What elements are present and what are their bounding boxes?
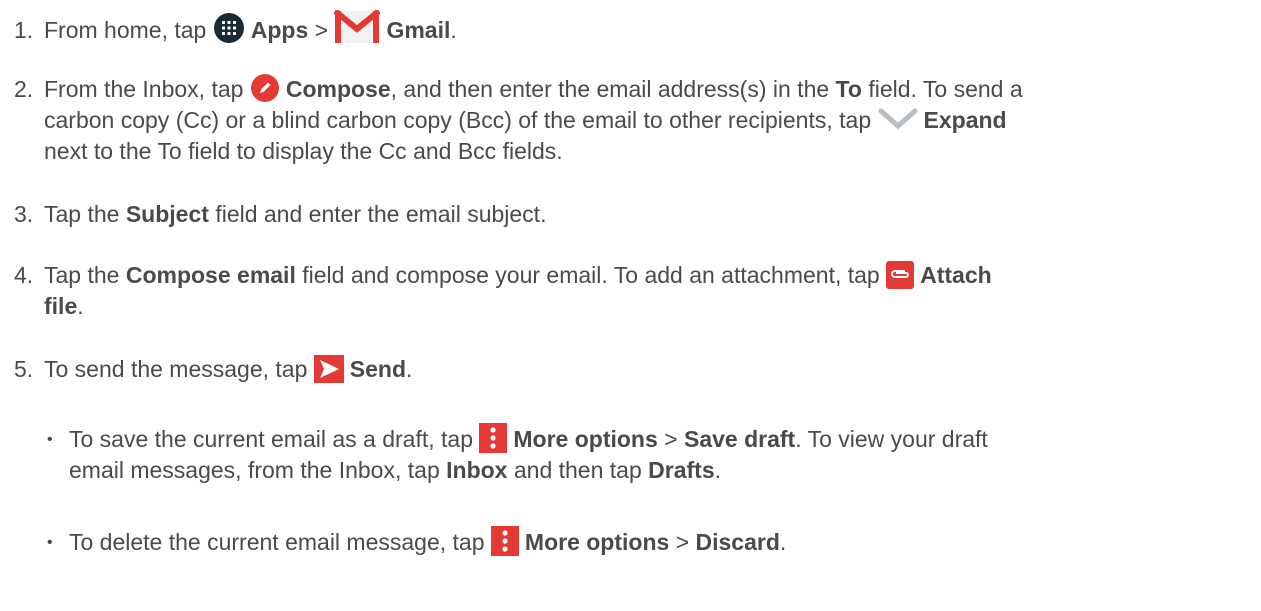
step-2-continuation: carbon copy (Cc) or a blind carbon copy … — [44, 107, 1007, 133]
step-4-continuation: file. — [44, 293, 84, 319]
apps-grid-icon — [213, 12, 245, 44]
more-options-label: More options — [513, 426, 658, 452]
step-number: 4. — [14, 262, 34, 288]
attach-label: Attach — [920, 262, 992, 288]
bullet-1-continuation: email messages, from the Inbox, tap Inbo… — [69, 457, 722, 483]
step-4: 4. Tap the Compose email field and compos… — [14, 260, 1243, 322]
inbox-label: Inbox — [446, 457, 508, 483]
file-label: file — [44, 293, 78, 319]
send-label: Send — [349, 356, 407, 382]
step-2-continuation-2: next to the To field to display the Cc a… — [44, 138, 563, 164]
expand-label: Expand — [923, 107, 1007, 133]
gmail-label: Gmail — [386, 17, 451, 43]
step-5: 5. To send the message, tap Send. — [14, 354, 1243, 385]
more-options-icon — [490, 526, 519, 556]
step-1: 1. From home, tap Apps > Gmail. — [14, 10, 1243, 46]
bullet-discard: • To delete the current email message, ta… — [47, 526, 1243, 558]
gmail-icon — [334, 10, 381, 44]
more-options-icon — [479, 423, 508, 453]
step-3: 3. Tap the Subject field and enter the em… — [14, 199, 1243, 230]
save-draft-label: Save draft — [683, 426, 796, 452]
instructions-document: 1. From home, tap Apps > Gmail. 2. From th — [0, 0, 1261, 611]
compose-pencil-icon — [250, 73, 280, 103]
paperclip-icon — [886, 261, 915, 289]
bullet-marker: • — [47, 431, 53, 448]
step-number: 3. — [14, 201, 34, 227]
chevron-down-icon — [878, 108, 918, 130]
step-number: 1. — [14, 17, 34, 43]
bullet-save-draft: • To save the current email as a draft, t… — [47, 423, 1243, 486]
compose-label: Compose — [285, 76, 391, 102]
step-2: 2. From the Inbox, tap Compose, and then … — [14, 73, 1243, 167]
step-number: 5. — [14, 356, 34, 382]
subject-label: Subject — [125, 201, 209, 227]
bullet-marker: • — [47, 534, 53, 551]
compose-email-label: Compose email — [125, 262, 296, 288]
send-arrow-icon — [313, 355, 344, 383]
discard-label: Discard — [695, 529, 780, 555]
more-options-label: More options — [524, 529, 670, 555]
drafts-label: Drafts — [648, 457, 715, 483]
apps-label: Apps — [250, 17, 309, 43]
step-number: 2. — [14, 76, 34, 102]
to-label: To — [835, 76, 862, 102]
